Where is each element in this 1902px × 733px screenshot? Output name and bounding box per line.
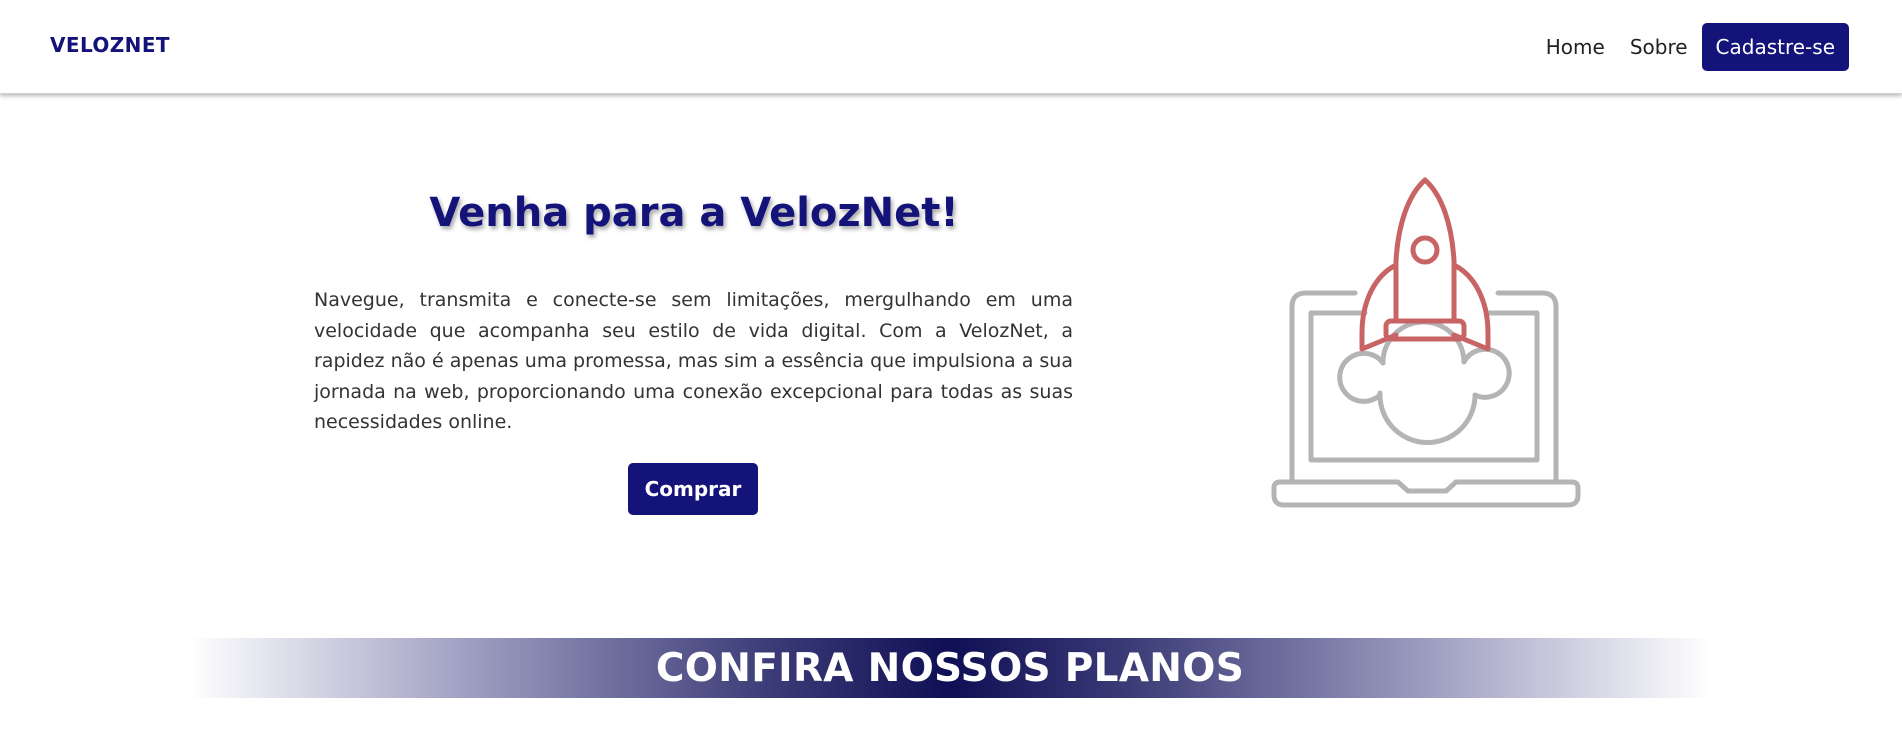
plans-banner: CONFIRA NOSSOS PLANOS (190, 638, 1710, 698)
nav-links: Home Sobre Cadastre-se (1546, 23, 1849, 71)
brand-logo[interactable]: VELOZNET (50, 33, 170, 57)
buy-button[interactable]: Comprar (628, 463, 758, 515)
plans-title: CONFIRA NOSSOS PLANOS (655, 645, 1245, 691)
nav-link-home[interactable]: Home (1546, 35, 1605, 59)
navbar: VELOZNET Home Sobre Cadastre-se (0, 0, 1902, 94)
hero-description: Navegue, transmita e conecte-se sem limi… (314, 289, 1073, 433)
nav-link-sobre[interactable]: Sobre (1630, 35, 1688, 59)
signup-button[interactable]: Cadastre-se (1701, 23, 1849, 71)
hero-title: Venha para a VelozNet! (429, 190, 959, 236)
laptop-rocket-icon (1271, 177, 1581, 508)
